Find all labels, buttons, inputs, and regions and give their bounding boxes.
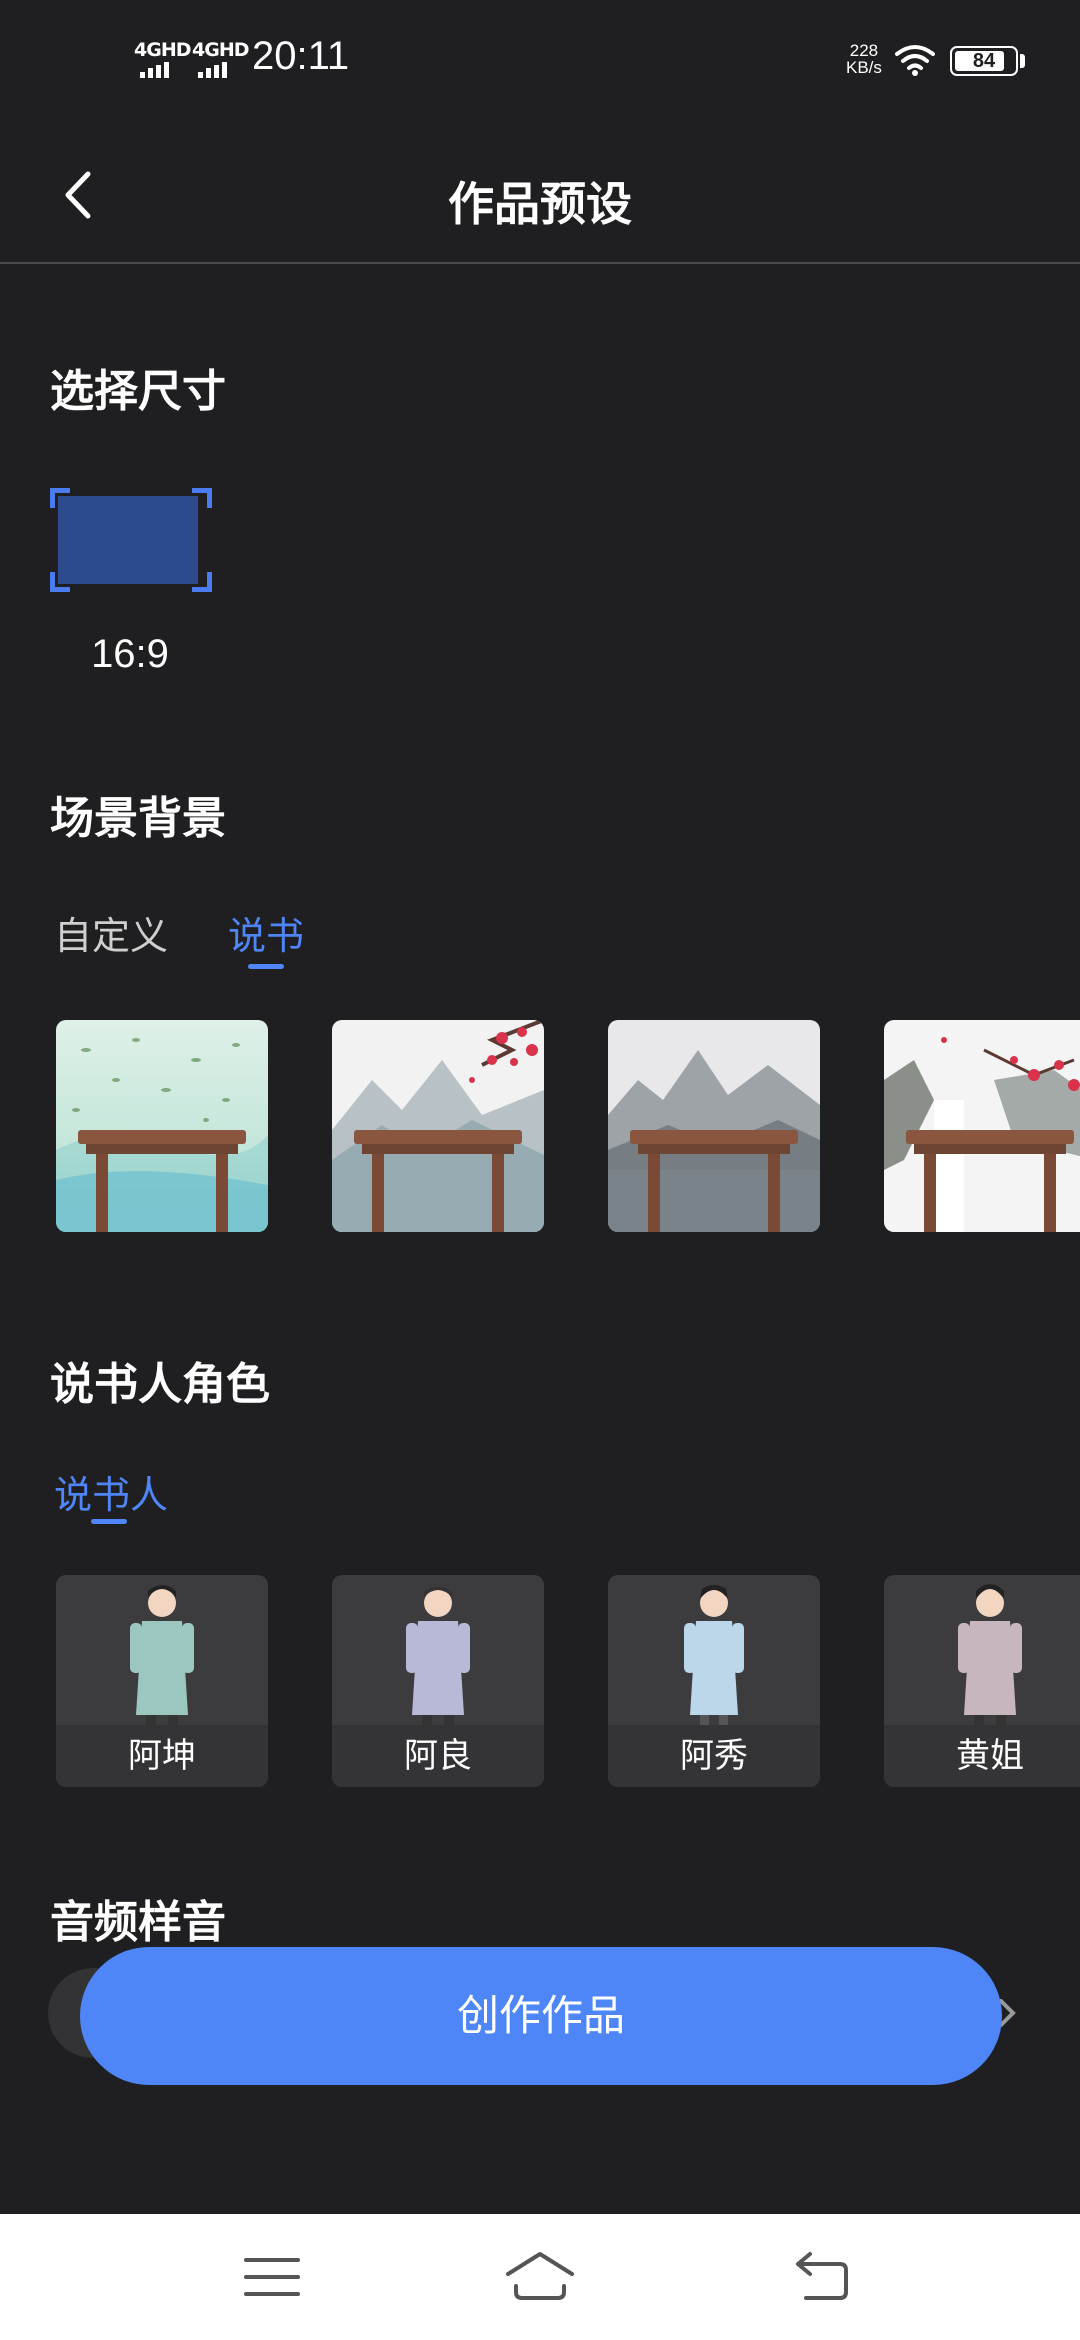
scene-thumbnail-bamboo[interactable] xyxy=(56,1020,268,1232)
create-work-button[interactable]: 创作作品 xyxy=(80,1947,1002,2085)
header-divider xyxy=(0,262,1080,264)
character-huangjie-image xyxy=(958,1584,1022,1725)
audio-section-title: 音频样音 xyxy=(50,1897,226,1948)
sim1-label: 4GHD xyxy=(134,39,191,61)
wifi-icon xyxy=(895,45,935,76)
character-card-aliang[interactable]: 阿良 xyxy=(332,1575,544,1787)
battery-nub xyxy=(1020,54,1025,68)
tab-storytelling[interactable]: 说书 xyxy=(228,905,304,960)
scene-thumbnail-mountain-plum[interactable] xyxy=(332,1020,544,1232)
tab-narrator[interactable]: 说书人 xyxy=(54,1464,168,1519)
character-name: 阿秀 xyxy=(608,1725,820,1787)
network-speed-value: 228 xyxy=(849,41,879,60)
size-option-label: 16:9 xyxy=(91,632,169,676)
tab-custom[interactable]: 自定义 xyxy=(54,905,168,960)
battery-level: 84 xyxy=(972,50,996,72)
character-name: 阿坤 xyxy=(56,1725,268,1787)
menu-icon xyxy=(244,2258,300,2296)
network-speed: 228 KB/s xyxy=(846,42,882,76)
character-axiu-image xyxy=(684,1585,744,1725)
network-speed-unit: KB/s xyxy=(846,58,882,77)
sim2-label: 4GHD xyxy=(192,39,249,61)
size-section-title: 选择尺寸 xyxy=(50,366,226,417)
character-card-akun[interactable]: 阿坤 xyxy=(56,1575,268,1787)
size-preview xyxy=(58,496,198,584)
back-icon xyxy=(796,2252,848,2300)
status-bar: 4GHD 4GHD 20:11 228 KB/s 84 xyxy=(0,0,1080,120)
scene-thumbnail-plum-waterfall[interactable] xyxy=(884,1020,1080,1232)
back-nav-button[interactable] xyxy=(784,2242,864,2312)
active-tab-indicator xyxy=(248,964,284,969)
scene-section-title: 场景背景 xyxy=(50,793,226,844)
battery-icon: 84 xyxy=(950,46,1018,76)
character-card-huangjie[interactable]: 黄姐 xyxy=(884,1575,1080,1787)
character-name: 阿良 xyxy=(332,1725,544,1787)
character-akun-image xyxy=(130,1585,194,1725)
system-navigation-bar xyxy=(0,2214,1080,2340)
character-name: 黄姐 xyxy=(884,1725,1080,1787)
character-card-axiu[interactable]: 阿秀 xyxy=(608,1575,820,1787)
narrator-section-title: 说书人角色 xyxy=(50,1359,270,1410)
corner-mark xyxy=(50,572,70,592)
active-tab-indicator xyxy=(91,1519,127,1524)
corner-mark xyxy=(50,488,70,508)
menu-button[interactable] xyxy=(232,2242,312,2312)
home-button[interactable] xyxy=(500,2242,580,2312)
corner-mark xyxy=(192,488,212,508)
corner-mark xyxy=(192,572,212,592)
size-option-16-9[interactable]: 16:9 xyxy=(50,488,212,688)
character-aliang-image xyxy=(406,1586,470,1725)
clock: 20:11 xyxy=(252,34,350,78)
page-title: 作品预设 xyxy=(448,177,632,231)
home-icon xyxy=(506,2252,574,2300)
scene-thumbnail-misty-lake[interactable] xyxy=(608,1020,820,1232)
